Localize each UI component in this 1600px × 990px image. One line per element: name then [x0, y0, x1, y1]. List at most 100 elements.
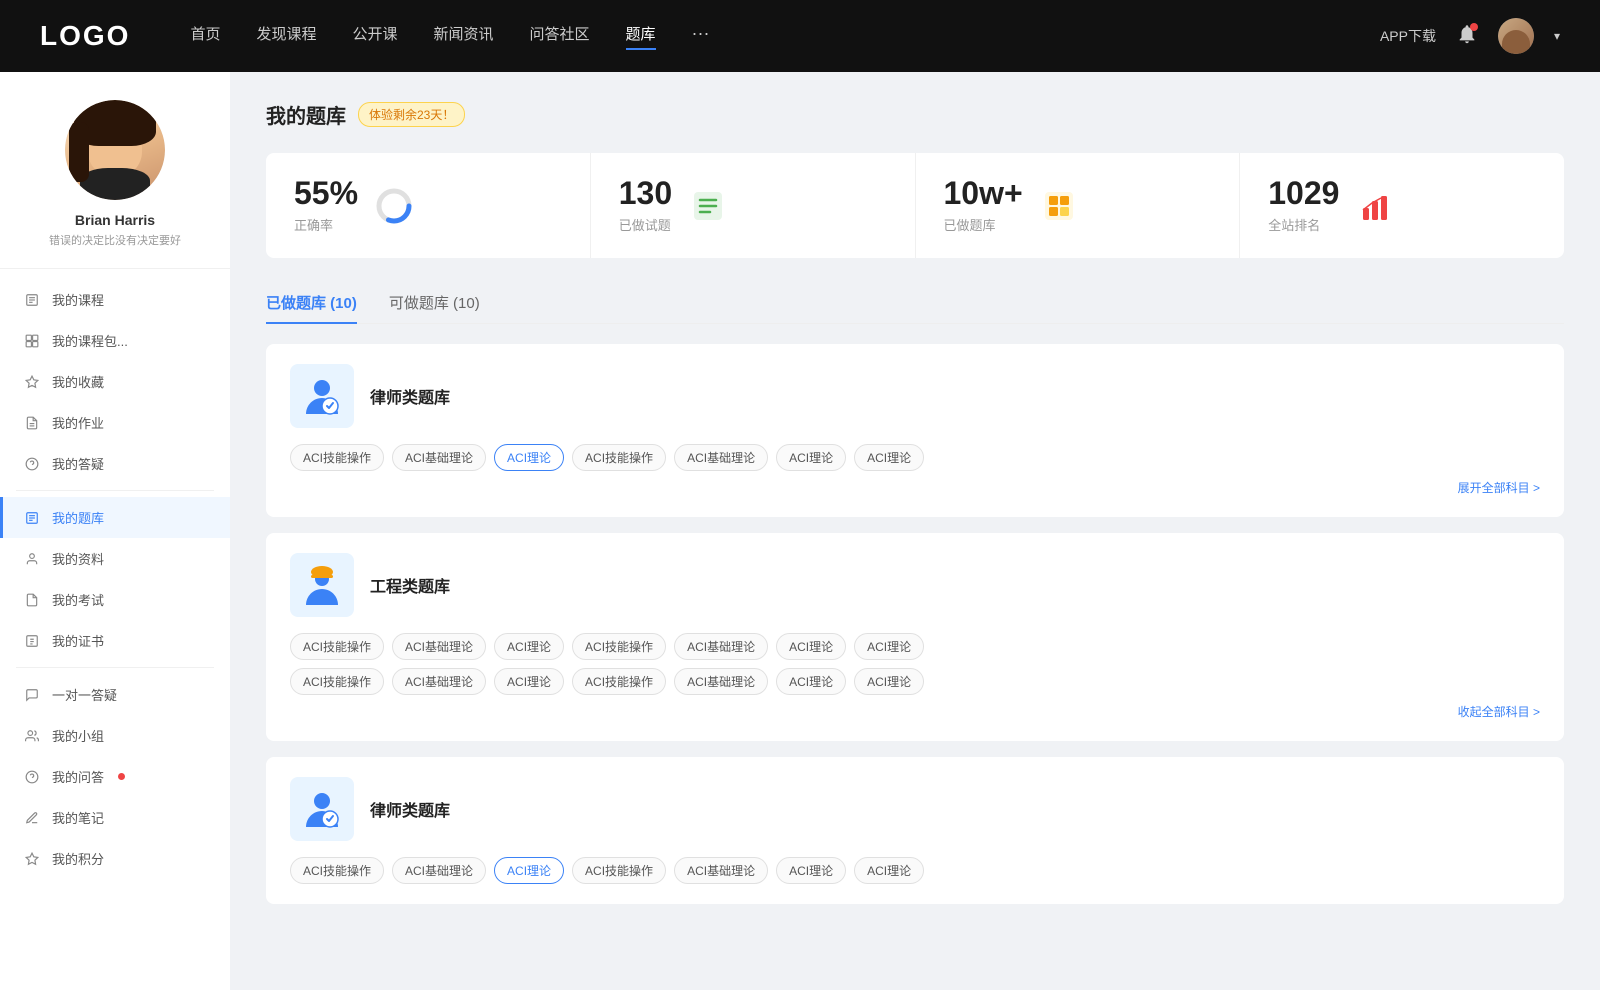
tab-available[interactable]: 可做题库 (10): [389, 282, 480, 323]
stat-done-banks-value: 10w+: [944, 177, 1023, 209]
nav-qa[interactable]: 问答社区: [530, 23, 590, 50]
sidebar-item-tutorial[interactable]: 一对一答疑: [0, 674, 230, 715]
sidebar: Brian Harris 错误的决定比没有决定要好 我的课程 我的课程包...: [0, 72, 230, 990]
tag[interactable]: ACI理论: [854, 633, 924, 660]
tag-selected[interactable]: ACI理论: [494, 444, 564, 471]
tag[interactable]: ACI基础理论: [392, 444, 486, 471]
qbank-card-2: 工程类题库 ACI技能操作 ACI基础理论 ACI理论 ACI技能操作 ACI基…: [266, 533, 1564, 741]
sidebar-item-courses[interactable]: 我的课程: [0, 279, 230, 320]
tag[interactable]: ACI技能操作: [290, 444, 384, 471]
tag[interactable]: ACI基础理论: [674, 668, 768, 695]
nav-news[interactable]: 新闻资讯: [434, 23, 494, 50]
tag[interactable]: ACI技能操作: [572, 444, 666, 471]
collapse-link-2[interactable]: 收起全部科目 >: [1458, 705, 1540, 719]
page-title: 我的题库: [266, 100, 346, 129]
group-icon: [24, 728, 40, 744]
tag[interactable]: ACI技能操作: [572, 857, 666, 884]
favorites-label: 我的收藏: [52, 372, 104, 391]
tag[interactable]: ACI技能操作: [290, 633, 384, 660]
navbar-logo[interactable]: LOGO: [40, 20, 130, 52]
tutorial-label: 一对一答疑: [52, 685, 117, 704]
qbank-tags-2a: ACI技能操作 ACI基础理论 ACI理论 ACI技能操作 ACI基础理论 AC…: [290, 633, 1540, 660]
sidebar-item-homework[interactable]: 我的作业: [0, 402, 230, 443]
qbank-footer-1: 展开全部科目 >: [290, 479, 1540, 497]
bar-chart-icon: [1355, 186, 1395, 226]
stat-accuracy-label: 正确率: [294, 215, 358, 234]
sidebar-item-cert[interactable]: 我的证书: [0, 620, 230, 661]
tag[interactable]: ACI基础理论: [392, 668, 486, 695]
tab-done[interactable]: 已做题库 (10): [266, 282, 357, 323]
tag[interactable]: ACI理论: [854, 668, 924, 695]
app-download-button[interactable]: APP下载: [1380, 26, 1436, 46]
tag[interactable]: ACI基础理论: [392, 857, 486, 884]
qbank-card-1: 律师类题库 ACI技能操作 ACI基础理论 ACI理论 ACI技能操作 ACI基…: [266, 344, 1564, 517]
myqa-label: 我的答疑: [52, 454, 104, 473]
notification-bell[interactable]: [1456, 23, 1478, 50]
sidebar-item-favorites[interactable]: 我的收藏: [0, 361, 230, 402]
tag[interactable]: ACI理论: [776, 633, 846, 660]
tag[interactable]: ACI理论: [854, 857, 924, 884]
tag[interactable]: ACI理论: [776, 857, 846, 884]
qbank-header-1: 律师类题库: [290, 364, 1540, 428]
stat-done-banks: 10w+ 已做题库: [916, 153, 1241, 258]
favorites-icon: [24, 374, 40, 390]
nav-discover[interactable]: 发现课程: [256, 23, 316, 50]
info-label: 我的资料: [52, 549, 104, 568]
sidebar-item-course-pkg[interactable]: 我的课程包...: [0, 320, 230, 361]
questionbank-icon: [24, 510, 40, 526]
question-badge-dot: [118, 773, 125, 780]
nav-opencourse[interactable]: 公开课: [352, 23, 397, 50]
tag[interactable]: ACI技能操作: [572, 633, 666, 660]
stat-rank-label: 全站排名: [1268, 215, 1339, 234]
profile-avatar: [65, 100, 165, 200]
qbank-title-2: 工程类题库: [370, 573, 450, 597]
tag[interactable]: ACI理论: [776, 668, 846, 695]
stat-done-questions-label: 已做试题: [619, 215, 672, 234]
tag[interactable]: ACI基础理论: [392, 633, 486, 660]
course-pkg-icon: [24, 333, 40, 349]
tag[interactable]: ACI理论: [854, 444, 924, 471]
tag[interactable]: ACI基础理论: [674, 633, 768, 660]
list-chart-icon: [688, 186, 728, 226]
tag-selected[interactable]: ACI理论: [494, 857, 564, 884]
navbar: LOGO 首页 发现课程 公开课 新闻资讯 问答社区 题库 ··· APP下载 …: [0, 0, 1600, 72]
stat-accuracy-value: 55%: [294, 177, 358, 209]
qbank-icon-lawyer-1: [290, 364, 354, 428]
avatar-chevron-icon[interactable]: ▾: [1554, 29, 1560, 43]
tag[interactable]: ACI理论: [494, 668, 564, 695]
notes-label: 我的笔记: [52, 808, 104, 827]
sidebar-item-exam[interactable]: 我的考试: [0, 579, 230, 620]
sidebar-item-myquestion[interactable]: 我的问答: [0, 756, 230, 797]
user-motto: 错误的决定比没有决定要好: [49, 232, 181, 248]
sidebar-item-points[interactable]: 我的积分: [0, 838, 230, 879]
tag[interactable]: ACI理论: [494, 633, 564, 660]
nav-home[interactable]: 首页: [190, 23, 220, 50]
tag[interactable]: ACI技能操作: [572, 668, 666, 695]
page-header: 我的题库 体验剩余23天！: [266, 100, 1564, 129]
tag[interactable]: ACI基础理论: [674, 444, 768, 471]
sidebar-item-info[interactable]: 我的资料: [0, 538, 230, 579]
sidebar-item-questionbank[interactable]: 我的题库: [0, 497, 230, 538]
qbank-tags-3: ACI技能操作 ACI基础理论 ACI理论 ACI技能操作 ACI基础理论 AC…: [290, 857, 1540, 884]
qbank-header-2: 工程类题库: [290, 553, 1540, 617]
stat-accuracy: 55% 正确率: [266, 153, 591, 258]
qbank-icon-lawyer-2: [290, 777, 354, 841]
trial-badge: 体验剩余23天！: [358, 102, 465, 127]
course-pkg-label: 我的课程包...: [52, 331, 128, 350]
sidebar-item-myqa[interactable]: 我的答疑: [0, 443, 230, 484]
qbank-tags-2b: ACI技能操作 ACI基础理论 ACI理论 ACI技能操作 ACI基础理论 AC…: [290, 668, 1540, 695]
courses-label: 我的课程: [52, 290, 104, 309]
avatar[interactable]: [1498, 18, 1534, 54]
tabs: 已做题库 (10) 可做题库 (10): [266, 282, 1564, 324]
nav-more[interactable]: ···: [692, 23, 710, 50]
tag[interactable]: ACI技能操作: [290, 857, 384, 884]
sidebar-item-notes[interactable]: 我的笔记: [0, 797, 230, 838]
tag[interactable]: ACI技能操作: [290, 668, 384, 695]
questionbank-label: 我的题库: [52, 508, 104, 527]
tag[interactable]: ACI理论: [776, 444, 846, 471]
sidebar-item-group[interactable]: 我的小组: [0, 715, 230, 756]
tag[interactable]: ACI基础理论: [674, 857, 768, 884]
qbank-title-1: 律师类题库: [370, 384, 450, 408]
expand-link-1[interactable]: 展开全部科目 >: [1458, 481, 1540, 495]
nav-questionbank[interactable]: 题库: [626, 23, 656, 50]
